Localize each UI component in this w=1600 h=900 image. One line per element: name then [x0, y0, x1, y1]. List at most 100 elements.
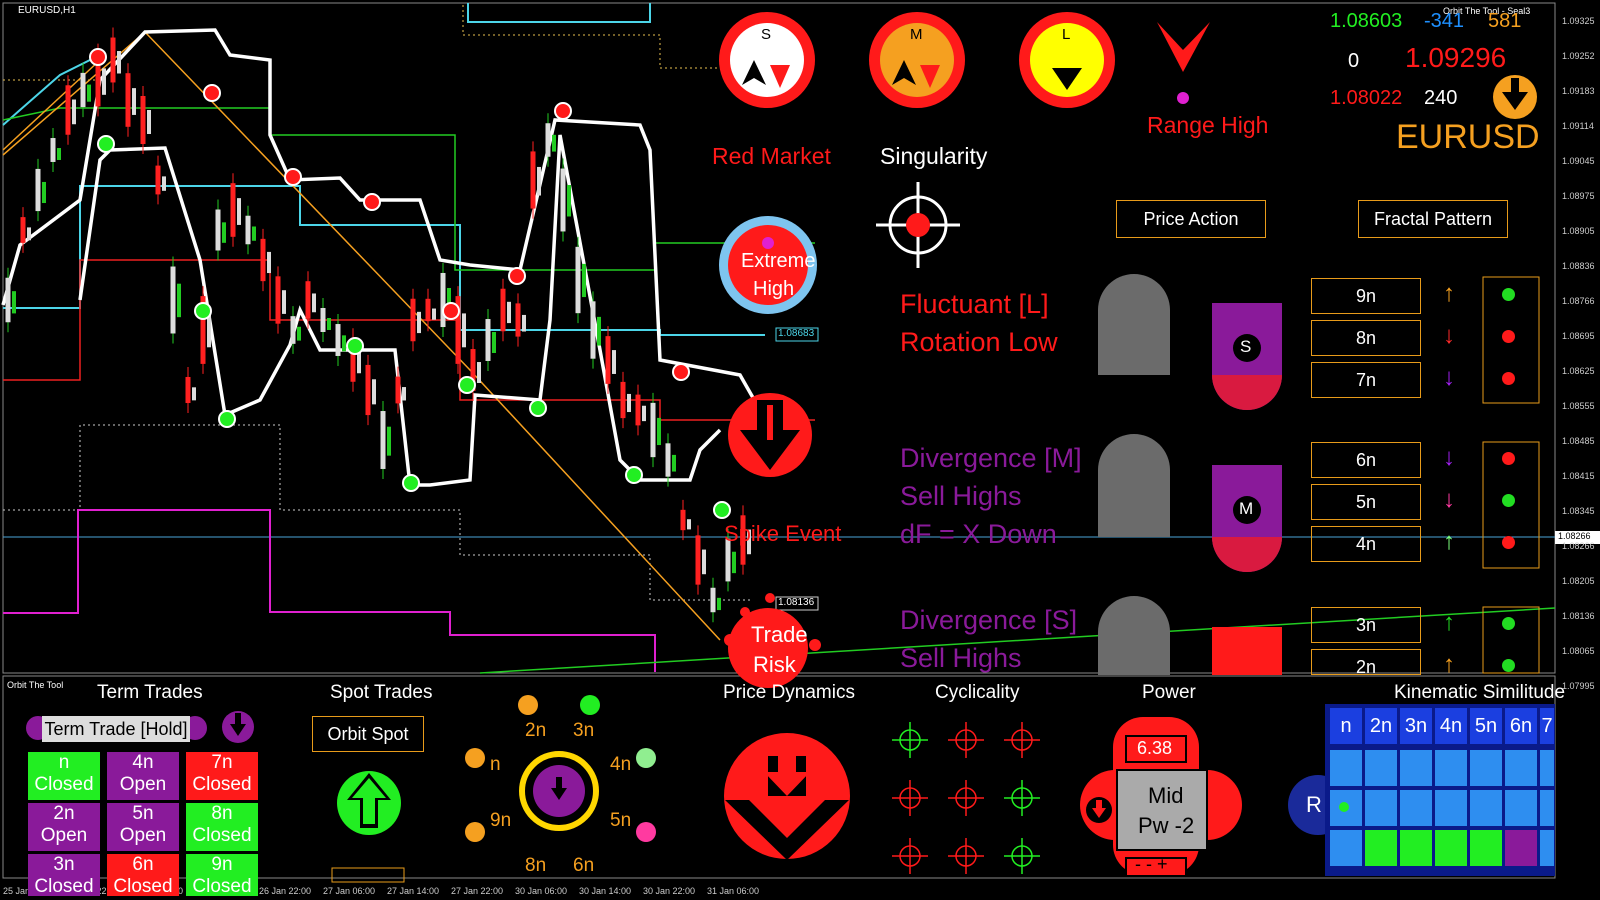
- price-axis-label: 1.09252: [1562, 51, 1595, 61]
- kinematic-cell[interactable]: [1330, 830, 1362, 866]
- kinematic-cell[interactable]: [1400, 750, 1432, 786]
- power-minus-plus-icon[interactable]: - - +: [1135, 854, 1168, 875]
- candle-body: [230, 183, 236, 237]
- term-trades-title: Term Trades: [97, 682, 203, 703]
- candle-body: [620, 381, 626, 419]
- kinematic-cell[interactable]: [1470, 750, 1502, 786]
- current-price-tag: 1.08266: [1558, 531, 1591, 541]
- price-tag-cyan: 1.08683: [778, 328, 815, 339]
- fractal-4n-button[interactable]: 4n: [1311, 526, 1421, 562]
- price-action-button[interactable]: Price Action: [1116, 200, 1266, 238]
- fractal-status-dot: [1502, 330, 1515, 343]
- kinematic-cell[interactable]: [1330, 750, 1362, 786]
- cyclicality-crosshair-icon: [1004, 722, 1040, 758]
- high-price: 1.09296: [1405, 42, 1507, 73]
- power-value: 6.38: [1137, 738, 1173, 758]
- fractal-arrow-icon: ↓: [1443, 486, 1455, 513]
- time-axis-label: 30 Jan 22:00: [643, 886, 696, 896]
- orbit-5n: 5n: [610, 810, 632, 831]
- extreme-high-label-2: High: [753, 278, 795, 300]
- kinematic-cell[interactable]: [1435, 790, 1467, 826]
- kinematic-cell[interactable]: [1505, 830, 1537, 866]
- fractal-marker: [363, 193, 381, 211]
- candle-body: [140, 95, 146, 145]
- price-axis-label: 1.08555: [1562, 401, 1595, 411]
- fractal-status-dot: [1502, 494, 1515, 507]
- term-trade-cell[interactable]: 5n Open: [107, 803, 179, 851]
- seal-s[interactable]: S: [761, 26, 771, 43]
- kinematic-r-button[interactable]: R: [1306, 792, 1322, 818]
- term-trade-cell[interactable]: 3n Closed: [28, 854, 100, 896]
- kinematic-cell[interactable]: [1435, 750, 1467, 786]
- term-trade-cell[interactable]: 6n Closed: [107, 854, 179, 896]
- candle-body: [185, 376, 191, 404]
- price-tag-white: 1.08136: [778, 597, 815, 608]
- candle-body: [575, 246, 581, 314]
- fractal-marker: [346, 337, 364, 355]
- kinematic-cell[interactable]: [1470, 790, 1502, 826]
- candle-body: [492, 332, 496, 353]
- kinematic-cell[interactable]: [1365, 790, 1397, 826]
- time-axis-label: 27 Jan 22:00: [451, 886, 504, 896]
- candle-body: [102, 68, 106, 95]
- orbit-6n: 6n: [573, 855, 595, 876]
- orbit-spot-button[interactable]: Orbit Spot: [312, 716, 424, 752]
- kinematic-cell[interactable]: [1365, 830, 1397, 866]
- fluctuant-label: Fluctuant [L]: [900, 289, 1049, 319]
- kinematic-cell[interactable]: [1470, 830, 1502, 866]
- term-trade-cell-n: 6n: [132, 854, 154, 875]
- seal-l[interactable]: L: [1062, 26, 1070, 43]
- trade-risk-label-1: Trade: [751, 622, 808, 647]
- term-trade-cell-state: Closed: [192, 774, 252, 795]
- candle-body: [387, 426, 391, 456]
- fractal-2n-button[interactable]: 2n: [1311, 649, 1421, 675]
- candle-body: [395, 376, 401, 404]
- term-trade-cell[interactable]: 2n Open: [28, 803, 100, 851]
- term-trade-cell[interactable]: 8n Closed: [186, 803, 258, 851]
- kinematic-cell[interactable]: [1540, 830, 1554, 866]
- seal-m[interactable]: M: [910, 26, 923, 43]
- time-axis-label: 26 Jan 22:00: [259, 886, 312, 896]
- kinematic-cell[interactable]: [1365, 750, 1397, 786]
- term-trade-cell-n: 5n: [132, 803, 154, 824]
- price-dynamics-title: Price Dynamics: [723, 682, 855, 703]
- term-trade-cell-n: 7n: [211, 752, 233, 773]
- trade-risk-label-2: Risk: [753, 652, 796, 677]
- candle-body: [440, 272, 446, 328]
- term-trade-cell[interactable]: n Closed: [28, 752, 100, 800]
- term-trade-cell[interactable]: 9n Closed: [186, 854, 258, 896]
- kinematic-header: 4n: [1435, 708, 1467, 744]
- candle-body: [522, 314, 526, 332]
- candle-body: [342, 335, 346, 352]
- kinematic-cell[interactable]: [1505, 790, 1537, 826]
- kinematic-cell[interactable]: [1400, 790, 1432, 826]
- kinematic-cell[interactable]: [1540, 750, 1554, 786]
- fractal-9n-button[interactable]: 9n: [1311, 278, 1421, 314]
- fractal-status-dot: [1502, 288, 1515, 301]
- symbol-name: EURUSD: [1396, 118, 1540, 156]
- rotation-low-label: Rotation Low: [900, 327, 1058, 357]
- fractal-5n-button[interactable]: 5n: [1311, 484, 1421, 520]
- zero-value: 0: [1348, 50, 1360, 72]
- term-trade-hold-button[interactable]: Term Trade [Hold]: [42, 716, 190, 742]
- fractal-marker: [458, 376, 476, 394]
- divergence-m-label: Divergence [M]: [900, 443, 1082, 473]
- fractal-8n-button[interactable]: 8n: [1311, 320, 1421, 356]
- candle-body: [372, 379, 376, 405]
- fractal-6n-button[interactable]: 6n: [1311, 442, 1421, 478]
- kinematic-cell[interactable]: [1400, 830, 1432, 866]
- candle-body: [507, 301, 511, 324]
- term-trade-cell[interactable]: 4n Open: [107, 752, 179, 800]
- kinematic-title: Kinematic Similitude: [1394, 682, 1566, 703]
- singularity-label: Singularity: [880, 143, 988, 169]
- term-trade-cell[interactable]: 7n Closed: [186, 752, 258, 800]
- fractal-3n-button[interactable]: 3n: [1311, 607, 1421, 643]
- kinematic-cell[interactable]: [1435, 830, 1467, 866]
- dial-m-letter: M: [1239, 499, 1254, 518]
- price-axis-label: 1.08836: [1562, 261, 1595, 271]
- kinematic-cell[interactable]: [1540, 790, 1554, 826]
- fractal-pattern-button[interactable]: Fractal Pattern: [1358, 200, 1508, 238]
- kinematic-cell[interactable]: [1505, 750, 1537, 786]
- fractal-7n-button[interactable]: 7n: [1311, 362, 1421, 398]
- candle-body: [297, 326, 301, 341]
